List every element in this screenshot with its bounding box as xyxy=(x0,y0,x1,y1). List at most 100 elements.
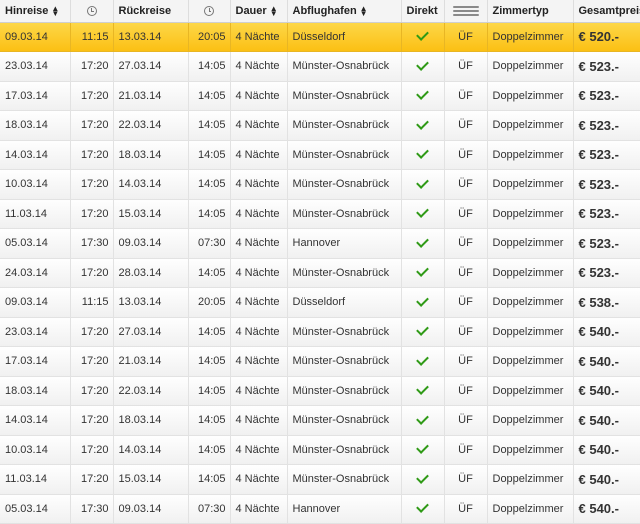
table-row[interactable]: 18.03.1417:2022.03.1414:054 NächteMünste… xyxy=(0,376,640,406)
checkmark-icon xyxy=(416,146,429,159)
checkmark-icon xyxy=(416,294,429,307)
meal-header xyxy=(444,0,487,22)
table-row[interactable]: 10.03.1417:2014.03.1414:054 NächteMünste… xyxy=(0,435,640,465)
table-row[interactable]: 24.03.1417:2028.03.1414:054 NächteMünste… xyxy=(0,258,640,288)
table-row[interactable]: 14.03.1417:2018.03.1414:054 NächteMünste… xyxy=(0,406,640,436)
departure-time-cell: 17:20 xyxy=(70,81,113,111)
meal-cell: ÜF xyxy=(444,52,487,82)
duration-cell: 4 Nächte xyxy=(230,376,287,406)
table-row[interactable]: 11.03.1417:2015.03.1414:054 NächteMünste… xyxy=(0,199,640,229)
direct-cell xyxy=(401,22,444,52)
sort-direct-header[interactable]: Direkt xyxy=(401,0,444,22)
price-cell: € 540.- xyxy=(573,494,640,524)
price-cell: € 523.- xyxy=(573,199,640,229)
departure-date-cell: 18.03.14 xyxy=(0,111,70,141)
table-row[interactable]: 23.03.1417:2027.03.1414:054 NächteMünste… xyxy=(0,52,640,82)
departure-time-cell: 17:30 xyxy=(70,494,113,524)
room-type-cell: Doppelzimmer xyxy=(487,140,573,170)
direct-cell xyxy=(401,229,444,259)
table-row[interactable]: 09.03.1411:1513.03.1420:054 NächteDüssel… xyxy=(0,288,640,318)
return-time-cell: 14:05 xyxy=(188,199,230,229)
airport-cell: Münster-Osnabrück xyxy=(287,406,401,436)
sort-airport-header[interactable]: Abflughafen▲▼ xyxy=(287,0,401,22)
table-row[interactable]: 05.03.1417:3009.03.1407:304 NächteHannov… xyxy=(0,229,640,259)
table-row[interactable]: 14.03.1417:2018.03.1414:054 NächteMünste… xyxy=(0,140,640,170)
meal-cell: ÜF xyxy=(444,170,487,200)
table-row[interactable]: 23.03.1417:2027.03.1414:054 NächteMünste… xyxy=(0,317,640,347)
duration-cell: 4 Nächte xyxy=(230,317,287,347)
price-cell: € 540.- xyxy=(573,465,640,495)
direct-cell xyxy=(401,199,444,229)
airport-cell: Münster-Osnabrück xyxy=(287,81,401,111)
sort-price-header[interactable]: Gesamtpreis▼ xyxy=(573,0,640,22)
table-row[interactable]: 11.03.1417:2015.03.1414:054 NächteMünste… xyxy=(0,465,640,495)
duration-cell: 4 Nächte xyxy=(230,52,287,82)
departure-time-cell: 17:20 xyxy=(70,435,113,465)
duration-cell: 4 Nächte xyxy=(230,465,287,495)
table-row[interactable]: 09.03.1411:1513.03.1420:054 NächteDüssel… xyxy=(0,22,640,52)
room-type-cell: Doppelzimmer xyxy=(487,435,573,465)
meal-cell: ÜF xyxy=(444,229,487,259)
room-type-cell: Doppelzimmer xyxy=(487,376,573,406)
return-date-cell: 14.03.14 xyxy=(113,170,188,200)
direct-cell xyxy=(401,81,444,111)
table-row[interactable]: 18.03.1417:2022.03.1414:054 NächteMünste… xyxy=(0,111,640,141)
table-row[interactable]: 10.03.1417:2014.03.1414:054 NächteMünste… xyxy=(0,170,640,200)
checkmark-icon xyxy=(416,87,429,100)
direct-cell xyxy=(401,52,444,82)
direct-cell xyxy=(401,258,444,288)
room-type-cell: Doppelzimmer xyxy=(487,81,573,111)
checkmark-icon xyxy=(416,235,429,248)
return-time-cell: 20:05 xyxy=(188,288,230,318)
sort-room-header[interactable]: Zimmertyp xyxy=(487,0,573,22)
departure-date-cell: 17.03.14 xyxy=(0,81,70,111)
direct-cell xyxy=(401,317,444,347)
departure-time-cell: 17:30 xyxy=(70,229,113,259)
airport-cell: Düsseldorf xyxy=(287,288,401,318)
price-cell: € 540.- xyxy=(573,347,640,377)
departure-date-cell: 14.03.14 xyxy=(0,140,70,170)
return-time-cell: 14:05 xyxy=(188,465,230,495)
room-type-cell: Doppelzimmer xyxy=(487,258,573,288)
departure-time-cell: 17:20 xyxy=(70,170,113,200)
price-cell: € 523.- xyxy=(573,170,640,200)
departure-date-cell: 09.03.14 xyxy=(0,22,70,52)
checkmark-icon xyxy=(416,471,429,484)
sort-return-header[interactable]: Rückreise xyxy=(113,0,188,22)
meal-cell: ÜF xyxy=(444,347,487,377)
return-date-cell: 15.03.14 xyxy=(113,465,188,495)
price-cell: € 540.- xyxy=(573,376,640,406)
airport-cell: Münster-Osnabrück xyxy=(287,465,401,495)
sort-departure-header[interactable]: Hinreise▲▼ xyxy=(0,0,70,22)
departure-time-cell: 11:15 xyxy=(70,22,113,52)
departure-time-cell: 17:20 xyxy=(70,406,113,436)
checkmark-icon xyxy=(416,205,429,218)
table-row[interactable]: 17.03.1417:2021.03.1414:054 NächteMünste… xyxy=(0,347,640,377)
meal-cell: ÜF xyxy=(444,494,487,524)
offers-body: 09.03.1411:1513.03.1420:054 NächteDüssel… xyxy=(0,22,640,524)
departure-date-cell: 14.03.14 xyxy=(0,406,70,436)
direct-cell xyxy=(401,435,444,465)
return-time-cell: 14:05 xyxy=(188,258,230,288)
table-row[interactable]: 05.03.1417:3009.03.1407:304 NächteHannov… xyxy=(0,494,640,524)
airport-cell: Münster-Osnabrück xyxy=(287,111,401,141)
meal-cell: ÜF xyxy=(444,81,487,111)
return-header-label: Rückreise xyxy=(119,5,172,17)
departure-date-cell: 10.03.14 xyxy=(0,435,70,465)
price-cell: € 523.- xyxy=(573,111,640,141)
airport-cell: Münster-Osnabrück xyxy=(287,435,401,465)
checkmark-icon xyxy=(416,58,429,71)
departure-date-cell: 11.03.14 xyxy=(0,465,70,495)
duration-cell: 4 Nächte xyxy=(230,22,287,52)
direct-cell xyxy=(401,465,444,495)
meal-cell: ÜF xyxy=(444,140,487,170)
airport-cell: Münster-Osnabrück xyxy=(287,52,401,82)
sort-duration-header[interactable]: Dauer▲▼ xyxy=(230,0,287,22)
return-time-cell: 14:05 xyxy=(188,347,230,377)
departure-time-cell: 17:20 xyxy=(70,111,113,141)
departure-date-cell: 10.03.14 xyxy=(0,170,70,200)
table-row[interactable]: 17.03.1417:2021.03.1414:054 NächteMünste… xyxy=(0,81,640,111)
return-time-cell: 14:05 xyxy=(188,140,230,170)
airport-cell: Münster-Osnabrück xyxy=(287,317,401,347)
sort-up-down-icon: ▲▼ xyxy=(360,6,368,16)
